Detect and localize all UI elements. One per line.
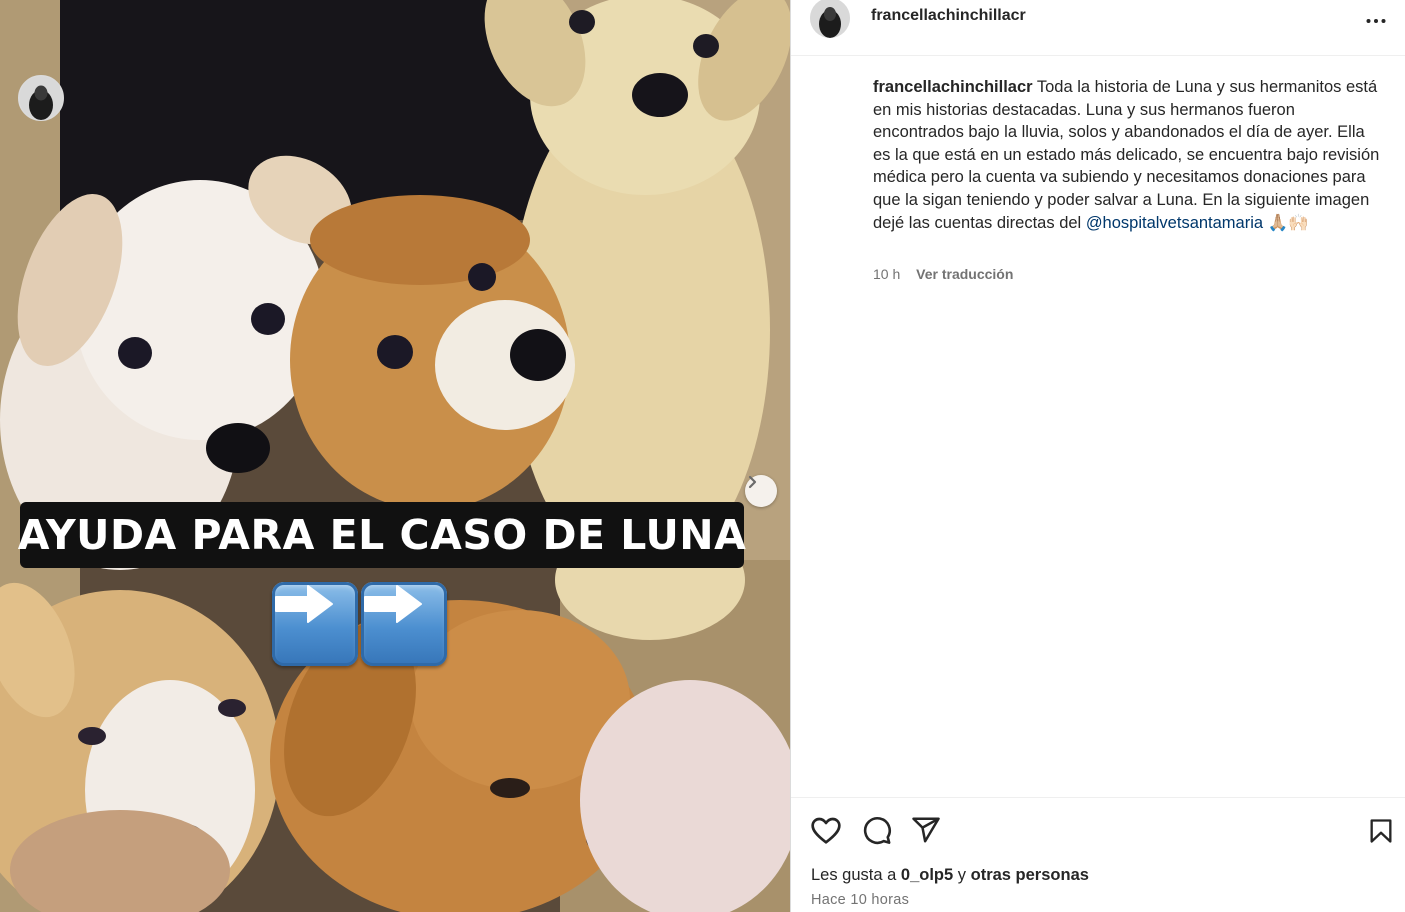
caption-avatar[interactable] (18, 75, 64, 121)
likes-connector: y (957, 866, 967, 884)
share-icon[interactable] (911, 815, 941, 845)
bookmark-icon[interactable] (1367, 815, 1395, 847)
heart-icon[interactable] (810, 815, 842, 847)
time-ago: 10 h (873, 266, 901, 282)
overlay-text: AYUDA PARA EL CASO DE LUNA (17, 511, 747, 559)
chevron-right-icon (748, 475, 757, 489)
header-username[interactable]: francellachinchillacr (871, 7, 1026, 25)
next-image-button[interactable] (745, 475, 777, 507)
right-arrow-emoji-icon (361, 582, 447, 666)
comment-icon[interactable] (861, 815, 892, 847)
avatar[interactable] (810, 0, 850, 38)
translate-link[interactable]: Ver traducción (916, 266, 1013, 282)
caption-text: Toda la historia de Luna y sus hermanito… (873, 78, 1380, 232)
caption-username[interactable]: francellachinchillacr (873, 78, 1033, 96)
post-image[interactable]: AYUDA PARA EL CASO DE LUNA (0, 0, 790, 912)
caption: francellachinchillacr Toda la historia d… (873, 76, 1383, 234)
mention-link[interactable]: @hospitalvetsantamaria (1086, 214, 1263, 232)
actions-divider (791, 797, 1405, 798)
panel-divider (790, 0, 791, 912)
post-header: francellachinchillacr (791, 0, 1405, 56)
likes-prefix: Les gusta a (811, 866, 897, 884)
liker-username[interactable]: 0_olp5 (901, 866, 953, 884)
caption-meta: 10 h Ver traducción (873, 266, 1013, 282)
overlay-banner: AYUDA PARA EL CASO DE LUNA (17, 502, 747, 568)
puppies-photo (0, 0, 790, 912)
more-options-icon[interactable] (1365, 10, 1387, 32)
right-arrow-emoji-icon (272, 582, 358, 666)
likes-others-link[interactable]: otras personas (971, 866, 1089, 884)
caption-emojis: 🙏🏼🙌🏻 (1267, 213, 1309, 232)
likes-summary: Les gusta a 0_olp5 y otras personas (811, 866, 1089, 885)
post-timestamp: Hace 10 horas (811, 892, 910, 908)
